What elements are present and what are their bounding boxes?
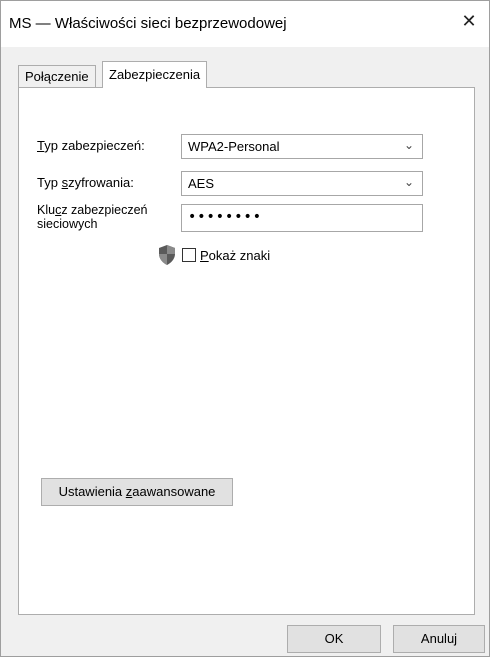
network-key-label: Klucz zabezpieczeń sieciowych	[37, 203, 148, 231]
shield-icon	[159, 245, 175, 265]
network-key-value: ••••••••	[188, 209, 263, 225]
ok-button[interactable]: OK	[287, 625, 381, 653]
tab-security[interactable]: Zabezpieczenia	[102, 61, 208, 88]
encryption-type-select[interactable]: AES ⌄	[181, 171, 423, 196]
tab-security-label: Zabezpieczenia	[109, 67, 201, 82]
security-type-select[interactable]: WPA2-Personal ⌄	[181, 134, 423, 159]
security-type-label: Typ zabezpieczeń:	[37, 138, 145, 153]
advanced-settings-button[interactable]: Ustawienia zaawansowane	[41, 478, 233, 506]
network-key-input[interactable]: ••••••••	[181, 204, 423, 232]
encryption-type-label: Typ szyfrowania:	[37, 175, 134, 190]
title-bar: MS — Właściwości sieci bezprzewodowej ✕	[1, 1, 489, 47]
close-icon: ✕	[461, 10, 477, 31]
encryption-type-value: AES	[188, 176, 215, 191]
tab-connection[interactable]: Połączenie	[18, 65, 96, 87]
chevron-down-icon: ⌄	[403, 175, 414, 189]
show-characters-label[interactable]: Pokaż znaki	[200, 248, 270, 263]
window-title: MS — Właściwości sieci bezprzewodowej	[9, 15, 287, 32]
chevron-down-icon: ⌄	[403, 138, 414, 152]
cancel-button[interactable]: Anuluj	[393, 625, 485, 653]
close-button[interactable]: ✕	[449, 1, 489, 41]
wireless-properties-dialog: MS — Właściwości sieci bezprzewodowej ✕ …	[0, 0, 490, 657]
security-type-value: WPA2-Personal	[188, 139, 280, 154]
show-characters-checkbox[interactable]	[182, 248, 196, 262]
security-panel	[18, 87, 475, 615]
tab-connection-label: Połączenie	[25, 69, 89, 84]
